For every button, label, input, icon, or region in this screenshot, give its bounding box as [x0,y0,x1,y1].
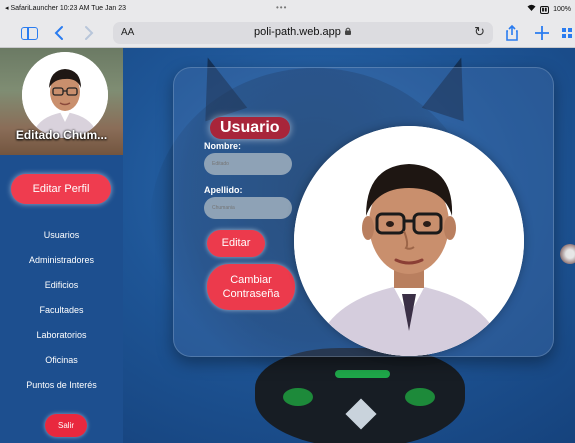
profile-photo [294,126,524,356]
change-password-label-line2: Contraseña [222,288,280,300]
profile-banner: Editado Chum... [0,48,123,155]
url-text: poli-path.web.app [254,26,341,38]
sidebar-item-facultades[interactable]: Facultades [0,298,123,323]
web-page: Editado Chum... Editar Perfil Usuarios A… [0,48,575,443]
sidebar-user-name: Editado Chum... [15,128,108,142]
multitasking-dots[interactable]: ••• [276,3,287,12]
forward-icon[interactable] [78,23,98,43]
background-mascot-detail [345,398,377,430]
edit-button[interactable]: Editar [207,230,265,257]
user-profile-card: Usuario Nombre: Apellido: Editar Cambiar… [173,67,554,357]
back-icon[interactable] [50,23,70,43]
tab-overview-icon[interactable] [560,23,575,43]
sidebar-item-edificios[interactable]: Edificios [0,273,123,298]
background-mascot-detail [283,388,313,406]
sidebar-item-laboratorios[interactable]: Laboratorios [0,323,123,348]
background-mascot-detail [405,388,435,406]
sidebar-item-administradores[interactable]: Administradores [0,248,123,273]
first-name-field[interactable] [204,153,292,175]
background-mascot-jaw [255,348,465,443]
battery-icon: ▮▮ [539,6,550,14]
sidebar: Editado Chum... Editar Perfil Usuarios A… [0,48,123,443]
reload-icon[interactable]: ↻ [474,24,485,40]
first-name-label: Nombre: [204,141,242,151]
sidebar-nav: Usuarios Administradores Edificios Facul… [0,223,123,398]
url-field[interactable]: poli-path.web.app [113,26,493,38]
safari-toolbar: AA poli-path.web.app ↻ [0,17,575,48]
status-left-text: ◂ SafariLauncher 10:23 AM Tue Jan 23 [5,5,127,12]
avatar [22,52,108,138]
change-password-label-line1: Cambiar [230,274,272,286]
logout-button[interactable]: Salir [45,414,87,437]
battery-percent: 100% [553,6,571,13]
sidebar-toggle-icon[interactable] [21,27,38,40]
status-right: ▮▮ 100% [527,4,571,14]
share-icon[interactable] [502,23,522,43]
last-name-label: Apellido: [204,185,243,195]
card-title: Usuario [210,117,290,139]
address-bar[interactable]: AA poli-path.web.app ↻ [113,22,493,44]
ios-status-bar: ◂ SafariLauncher 10:23 AM Tue Jan 23 •••… [0,0,575,17]
wifi-icon [527,4,536,13]
change-password-button[interactable]: Cambiar Contraseña [207,264,295,310]
last-name-field[interactable] [204,197,292,219]
background-mascot-detail [335,370,390,378]
lock-icon [344,26,352,38]
new-tab-icon[interactable] [532,23,552,43]
edit-profile-button[interactable]: Editar Perfil [11,174,111,204]
floating-avatar-edge[interactable] [560,244,575,264]
sidebar-item-puntos-de-interes[interactable]: Puntos de Interés [0,373,123,398]
sidebar-item-usuarios[interactable]: Usuarios [0,223,123,248]
sidebar-item-oficinas[interactable]: Oficinas [0,348,123,373]
